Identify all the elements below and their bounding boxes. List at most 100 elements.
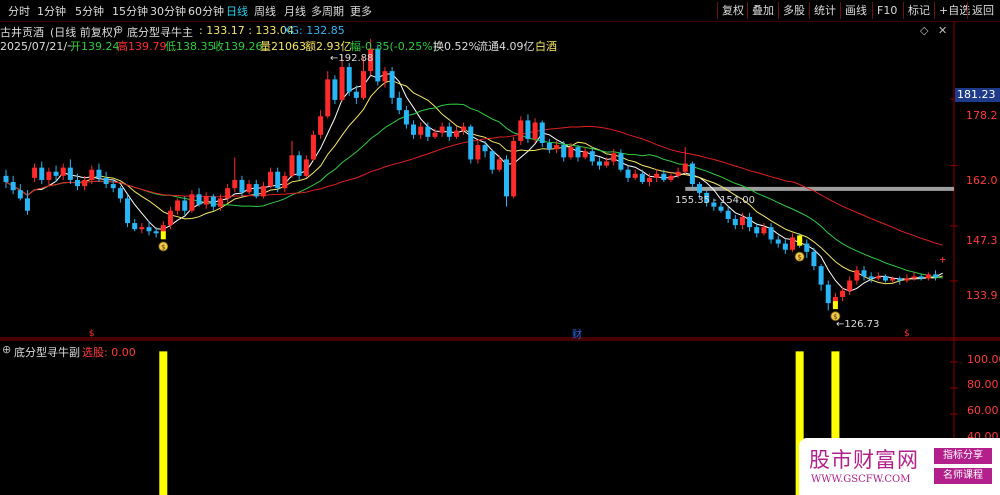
price-tick-4: 133.9 xyxy=(966,289,998,302)
candle-body xyxy=(882,276,888,281)
candle-body xyxy=(754,227,760,234)
candle-body xyxy=(203,196,209,205)
candle-body xyxy=(818,266,824,285)
candle-body xyxy=(210,196,216,207)
candle-body xyxy=(453,130,459,137)
candle-body xyxy=(403,110,409,125)
candle-body xyxy=(732,218,738,226)
candle-body xyxy=(525,120,531,139)
candle-body xyxy=(24,198,30,211)
candle-body xyxy=(325,79,331,117)
financial-report-marker[interactable]: 财 xyxy=(572,326,582,341)
candle-body xyxy=(496,159,502,170)
candle-body xyxy=(661,173,667,180)
signal-coin-label: $ xyxy=(161,243,165,251)
candle-body xyxy=(232,179,238,189)
candle-body xyxy=(468,126,474,160)
close-icon[interactable]: ✕ xyxy=(938,24,947,37)
candle-body xyxy=(647,177,652,182)
candle-body xyxy=(296,155,302,176)
candle-body xyxy=(518,120,524,141)
settings-circle-icon[interactable]: ⊕ xyxy=(114,23,123,36)
candle-body xyxy=(804,243,810,252)
candle-body xyxy=(182,200,188,211)
signal-candle xyxy=(797,235,803,246)
candle-body xyxy=(96,169,102,178)
candle-body xyxy=(153,231,159,234)
candle-body xyxy=(60,167,66,176)
candle-body xyxy=(668,175,674,180)
candle-body xyxy=(847,280,853,291)
quote-date: 2025/07/21/一 xyxy=(0,40,79,53)
candle-body xyxy=(739,216,745,226)
candle-body xyxy=(604,161,610,166)
candle-body xyxy=(675,171,681,176)
candle-body xyxy=(511,140,517,197)
signal-candle xyxy=(832,301,838,310)
candle-body xyxy=(246,184,252,193)
dividend-marker: $ xyxy=(89,329,95,339)
candle-body xyxy=(568,147,574,158)
candle-body xyxy=(10,182,16,191)
candle-body xyxy=(282,175,288,189)
price-tick-1: 178.2 xyxy=(966,109,998,122)
candle-body xyxy=(682,163,688,172)
candle-body xyxy=(697,184,703,193)
quote-change: 幅-0.35(-0.25%) xyxy=(350,40,437,53)
watermark-url: WWW.GSCFW.COM xyxy=(811,474,911,485)
candle-body xyxy=(125,198,131,224)
candle-body xyxy=(596,161,602,166)
candle-body xyxy=(489,151,495,170)
candle-body xyxy=(689,163,695,185)
candle-body xyxy=(546,143,552,150)
candle-body xyxy=(782,243,788,250)
watermark-banner: 股市财富网 WWW.GSCFW.COM 指标分享 名师课程 xyxy=(799,438,1000,495)
sub-indicator-name[interactable]: 底分型寻牛副 xyxy=(14,344,80,360)
signal-coin-label: $ xyxy=(797,254,801,262)
candle-body xyxy=(67,167,73,180)
chart-canvas: $$$$ $ xyxy=(0,21,1000,495)
quote-sector[interactable]: 白酒 xyxy=(535,38,557,54)
watermark-tag-share[interactable]: 指标分享 xyxy=(934,448,992,464)
sub-tick-2: 80.00 xyxy=(967,378,999,391)
quote-close: 收139.26 xyxy=(213,40,263,53)
high-price-label: 192.88 xyxy=(338,53,374,64)
candle-body xyxy=(768,227,774,240)
indicator-values: : 133.17 : 133.04 xyxy=(199,24,294,37)
candle-body xyxy=(575,147,581,158)
candle-body xyxy=(925,274,931,279)
sub-settings-icon[interactable]: ⊕ xyxy=(2,343,11,356)
candle-body xyxy=(790,237,795,250)
candle-body xyxy=(225,188,231,199)
candle-body xyxy=(911,276,917,279)
candle-body xyxy=(318,116,324,135)
candle-body xyxy=(868,276,874,279)
quote-high: 高139.79 xyxy=(117,40,167,53)
price-tick-2: 162.0 xyxy=(966,174,998,187)
price-tick-3: 147.3 xyxy=(966,234,998,247)
candle-body xyxy=(475,145,481,160)
candle-body xyxy=(825,284,831,304)
candle-body xyxy=(260,186,266,197)
candle-body xyxy=(904,278,910,281)
candle-body xyxy=(561,145,567,158)
candle-body xyxy=(618,153,624,170)
quote-low: 低138.35 xyxy=(165,40,215,53)
candle-body xyxy=(117,188,123,199)
candle-body xyxy=(132,223,138,230)
candle-body xyxy=(361,71,366,98)
signal-candle xyxy=(160,231,166,240)
candle-body xyxy=(353,91,359,98)
candle-body xyxy=(82,179,88,187)
candle-body xyxy=(32,167,38,178)
minimize-icon[interactable]: ◇ xyxy=(920,24,928,37)
candle-body xyxy=(75,179,80,187)
quote-amount: 额2.93亿 xyxy=(305,40,352,53)
candle-body xyxy=(3,175,9,182)
watermark-tag-course[interactable]: 名师课程 xyxy=(934,468,992,484)
candle-body xyxy=(218,198,223,207)
candle-body xyxy=(725,210,731,219)
quote-open: 开139.24 xyxy=(70,40,120,53)
low-price-label: 126.73 xyxy=(844,319,880,330)
current-price-badge: 181.23 xyxy=(955,88,1000,102)
